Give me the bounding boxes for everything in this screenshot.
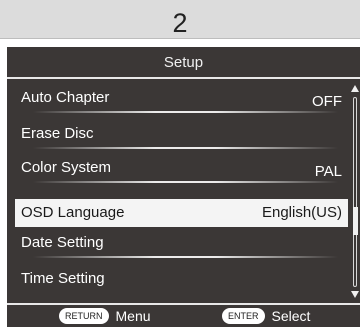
menu-item-label: Erase Disc	[21, 125, 94, 142]
scroll-thumb[interactable]	[353, 207, 358, 235]
footer-return-hint: RETURN Menu	[59, 305, 151, 327]
menu-item-color-system[interactable]: Color System PAL	[15, 155, 348, 183]
enter-action-label: Select	[271, 308, 311, 324]
scroll-down-arrow-icon[interactable]	[351, 291, 359, 298]
menu-item-label: Time Setting	[21, 270, 105, 287]
menu-item-osd-language[interactable]: OSD Language English(US)	[15, 199, 348, 227]
menu-scrollbar[interactable]	[350, 85, 360, 303]
menu-item-divider	[33, 181, 338, 183]
menu-item-date-setting[interactable]: Date Setting	[15, 230, 348, 258]
menu-item-label: Date Setting	[21, 234, 104, 251]
menu-item-divider	[33, 111, 338, 113]
menu-item-time-setting[interactable]: Time Setting	[15, 266, 348, 294]
menu-item-erase-disc[interactable]: Erase Disc	[15, 121, 348, 149]
menu-item-label: Color System	[21, 159, 112, 176]
page-number: 2	[172, 8, 188, 38]
menu-item-value: PAL	[314, 163, 342, 180]
footer-enter-hint: ENTER Select	[222, 305, 310, 327]
scroll-up-arrow-icon[interactable]	[351, 85, 359, 92]
top-band: 2	[0, 0, 360, 39]
menu-item-divider	[33, 256, 338, 258]
menu-item-value: OFF	[312, 93, 342, 110]
return-action-label: Menu	[115, 308, 151, 324]
return-key-badge: RETURN	[59, 308, 109, 324]
osd-screen: Setup Auto Chapter OFF Erase Disc Color …	[7, 47, 360, 327]
screen-title: Setup	[163, 54, 204, 71]
menu-item-auto-chapter[interactable]: Auto Chapter OFF	[15, 85, 348, 113]
menu-item-value: English(US)	[261, 204, 342, 221]
menu-item-label: OSD Language	[21, 204, 125, 221]
scroll-track[interactable]	[353, 97, 357, 287]
enter-key-badge: ENTER	[222, 308, 265, 324]
menu-item-divider	[33, 147, 338, 149]
title-divider	[7, 77, 360, 79]
menu-item-label: Auto Chapter	[21, 89, 110, 106]
